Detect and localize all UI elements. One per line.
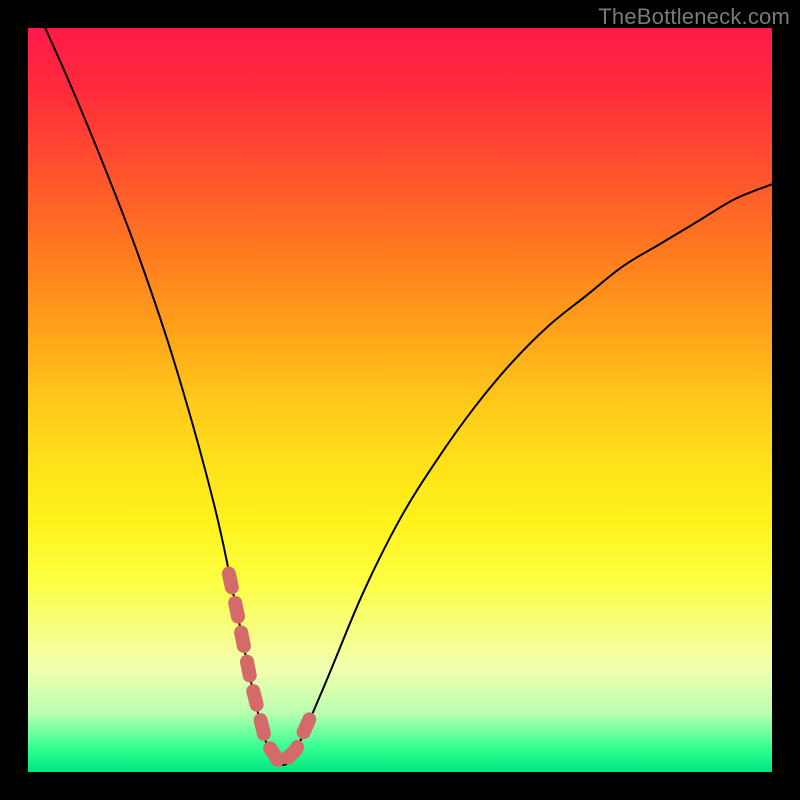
watermark-text: TheBottleneck.com: [598, 4, 790, 30]
curve-path: [28, 28, 772, 765]
chart-frame: TheBottleneck.com: [0, 0, 800, 800]
bottleneck-curve: [28, 28, 772, 772]
plot-area: [28, 28, 772, 772]
highlight-segment: [229, 574, 311, 765]
